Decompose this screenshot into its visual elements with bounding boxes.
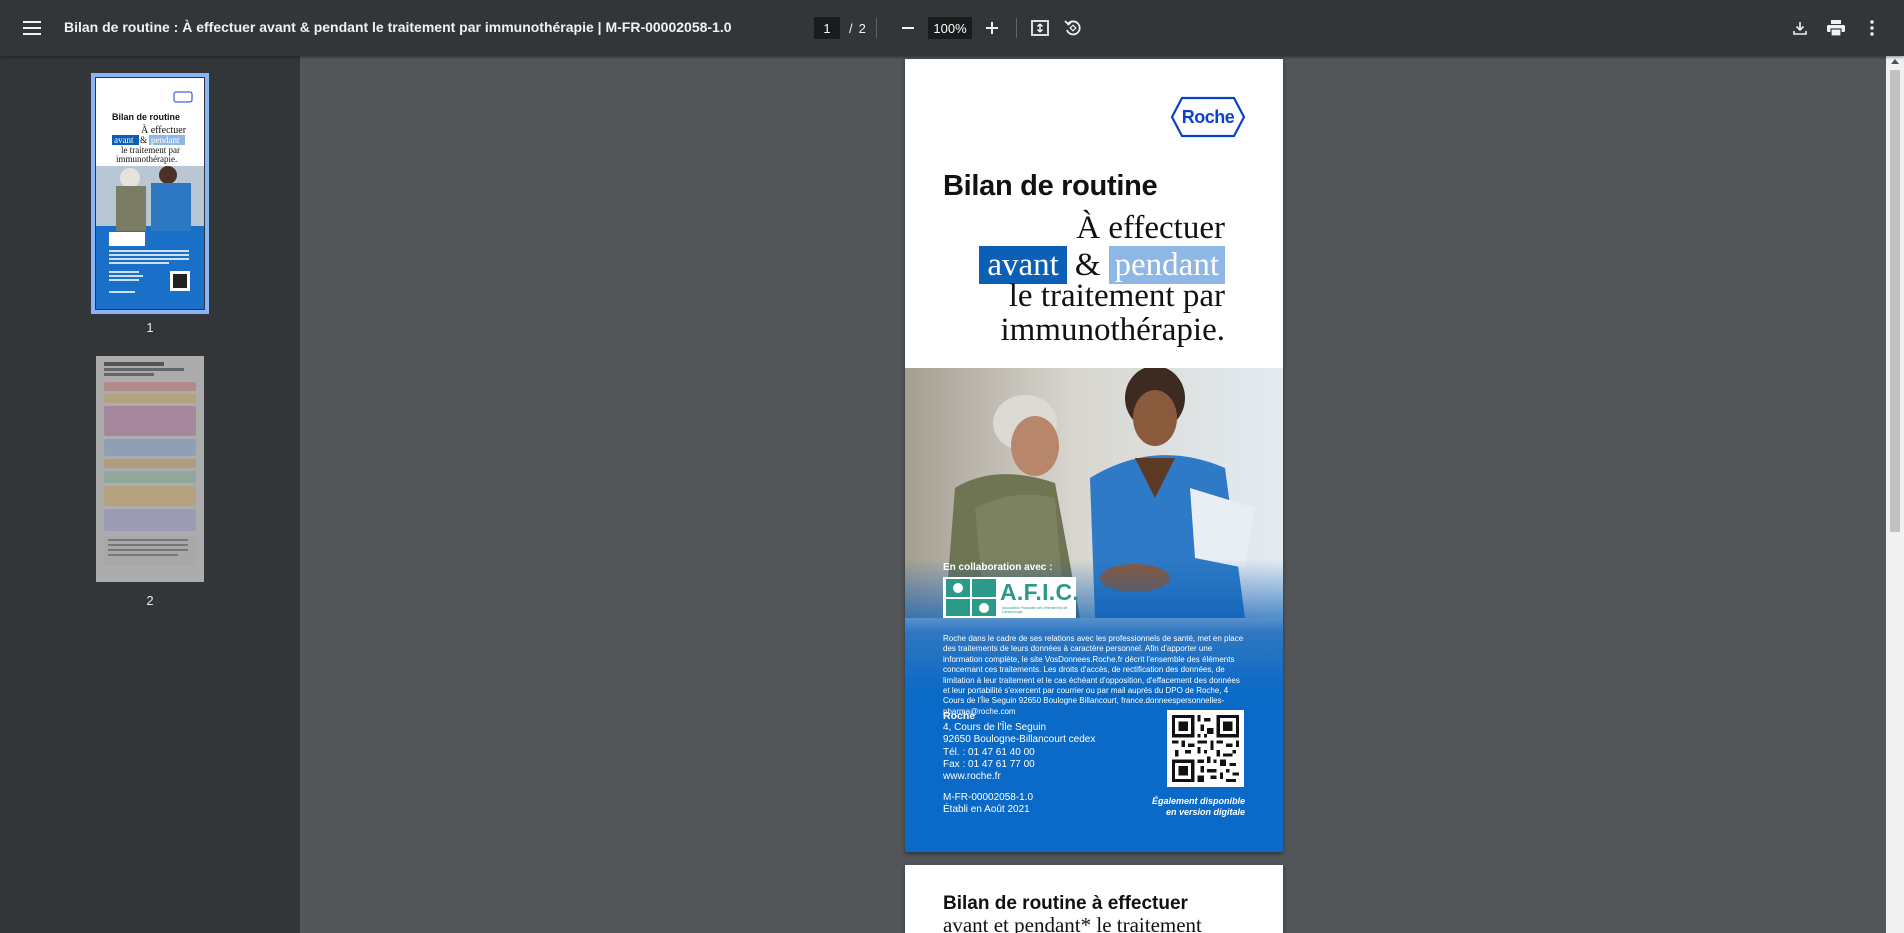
print-icon bbox=[1827, 20, 1845, 36]
total-pages: 2 bbox=[858, 20, 866, 36]
minus-icon bbox=[902, 27, 914, 29]
address-tel: Tél. : 01 47 61 40 00 bbox=[943, 746, 1035, 758]
address-web: www.roche.fr bbox=[943, 771, 1001, 783]
thumbnail-label-1: 1 bbox=[146, 320, 154, 335]
page-heading: Bilan de routine bbox=[943, 170, 1158, 202]
page-2-thumbnail-image bbox=[96, 356, 204, 582]
document-viewer[interactable]: Roche Bilan de routine À effectuer avant… bbox=[300, 56, 1886, 933]
page-number-input[interactable] bbox=[814, 17, 840, 39]
vertical-scrollbar[interactable] bbox=[1886, 56, 1904, 933]
roche-logo: Roche bbox=[1170, 96, 1246, 143]
more-vert-icon bbox=[1870, 20, 1874, 36]
zoom-level-input[interactable] bbox=[928, 17, 972, 39]
scrollbar-thumb[interactable] bbox=[1890, 70, 1900, 532]
address-city: 92650 Boulogne-Billancourt cedex bbox=[943, 734, 1096, 746]
scroll-up-arrow-icon[interactable] bbox=[1891, 59, 1899, 64]
download-icon bbox=[1793, 22, 1807, 35]
toolbar-divider bbox=[1016, 18, 1017, 38]
address-company: Roche bbox=[943, 710, 976, 722]
rotate-button[interactable] bbox=[1057, 12, 1089, 44]
address-fax: Fax : 01 47 61 77 00 bbox=[943, 758, 1035, 770]
pdf-toolbar: Bilan de routine : À effectuer avant & p… bbox=[0, 0, 1904, 56]
qr-code-icon bbox=[1172, 715, 1239, 782]
svg-text:avant: avant bbox=[114, 135, 134, 145]
established-date: Établi en Août 2021 bbox=[943, 804, 1030, 816]
thumbnail-label-2: 2 bbox=[146, 593, 154, 608]
page-1-thumbnail-image: Bilan de routine À effectuer avant & pen… bbox=[96, 78, 204, 309]
roche-logo-text: Roche bbox=[1181, 106, 1235, 127]
qr-code bbox=[1167, 710, 1244, 787]
digital-note-line-2: en version digitale bbox=[1165, 806, 1245, 817]
page-selector: / 2 bbox=[814, 17, 866, 39]
download-button[interactable] bbox=[1784, 12, 1816, 44]
print-button[interactable] bbox=[1820, 12, 1852, 44]
afic-emblem-icon bbox=[946, 579, 996, 616]
afic-logo-subtitle: Association Française des Infirmier(e)s … bbox=[1002, 606, 1068, 614]
page-separator: / bbox=[849, 20, 853, 36]
fit-to-page-icon bbox=[1031, 20, 1049, 36]
more-options-button[interactable] bbox=[1856, 12, 1888, 44]
privacy-notice: Roche dans le cadre de ses relations ave… bbox=[943, 634, 1244, 716]
roche-address: Roche 4, Cours de l'Île Seguin 92650 Bou… bbox=[943, 710, 1095, 783]
thumbnail-sidebar: Bilan de routine À effectuer avant & pen… bbox=[0, 56, 300, 933]
zoom-out-button[interactable] bbox=[892, 12, 924, 44]
thumbnail-page-2[interactable] bbox=[96, 356, 204, 582]
menu-button[interactable] bbox=[16, 12, 48, 44]
plus-icon bbox=[986, 22, 998, 34]
svg-text:pendant: pendant bbox=[151, 135, 180, 145]
address-street: 4, Cours de l'Île Seguin bbox=[943, 722, 1047, 734]
collaboration-label: En collaboration avec : bbox=[943, 562, 1053, 573]
digital-availability-note: Également disponible en version digitale bbox=[1152, 796, 1245, 817]
zoom-in-button[interactable] bbox=[976, 12, 1008, 44]
reference-code: M-FR-00002058-1.0 bbox=[943, 792, 1034, 803]
fit-to-page-button[interactable] bbox=[1024, 12, 1056, 44]
pdf-page-2: Bilan de routine à effectuer avant et pe… bbox=[905, 865, 1283, 933]
subtitle-line-3: le traitement par bbox=[1008, 278, 1225, 314]
pdf-page-1: Roche Bilan de routine À effectuer avant… bbox=[905, 59, 1283, 852]
afic-logo-text: A.F.I.C. bbox=[1000, 579, 1080, 605]
afic-logo: A.F.I.C. Association Française des Infir… bbox=[943, 577, 1080, 618]
page-2-subtitle: avant et pendant* le traitement bbox=[943, 913, 1202, 933]
menu-icon bbox=[23, 21, 41, 35]
svg-text:&: & bbox=[140, 135, 147, 145]
subtitle-line-4: immunothérapie. bbox=[1000, 312, 1225, 348]
svg-text:Bilan de routine: Bilan de routine bbox=[112, 112, 180, 122]
ampersand: & bbox=[1074, 246, 1101, 283]
subtitle-line-1: À effectuer bbox=[1076, 210, 1225, 246]
svg-text:immunothérapie.: immunothérapie. bbox=[116, 154, 177, 164]
document-title: Bilan de routine : À effectuer avant & p… bbox=[64, 19, 732, 35]
thumbnail-page-1[interactable]: Bilan de routine À effectuer avant & pen… bbox=[91, 73, 209, 314]
page-2-title: Bilan de routine à effectuer bbox=[943, 893, 1188, 914]
toolbar-divider bbox=[876, 18, 877, 38]
rotate-icon bbox=[1064, 20, 1081, 36]
digital-note-line-1: Également disponible bbox=[1151, 796, 1245, 806]
document-reference: M-FR-00002058-1.0 Établi en Août 2021 bbox=[943, 792, 1033, 817]
